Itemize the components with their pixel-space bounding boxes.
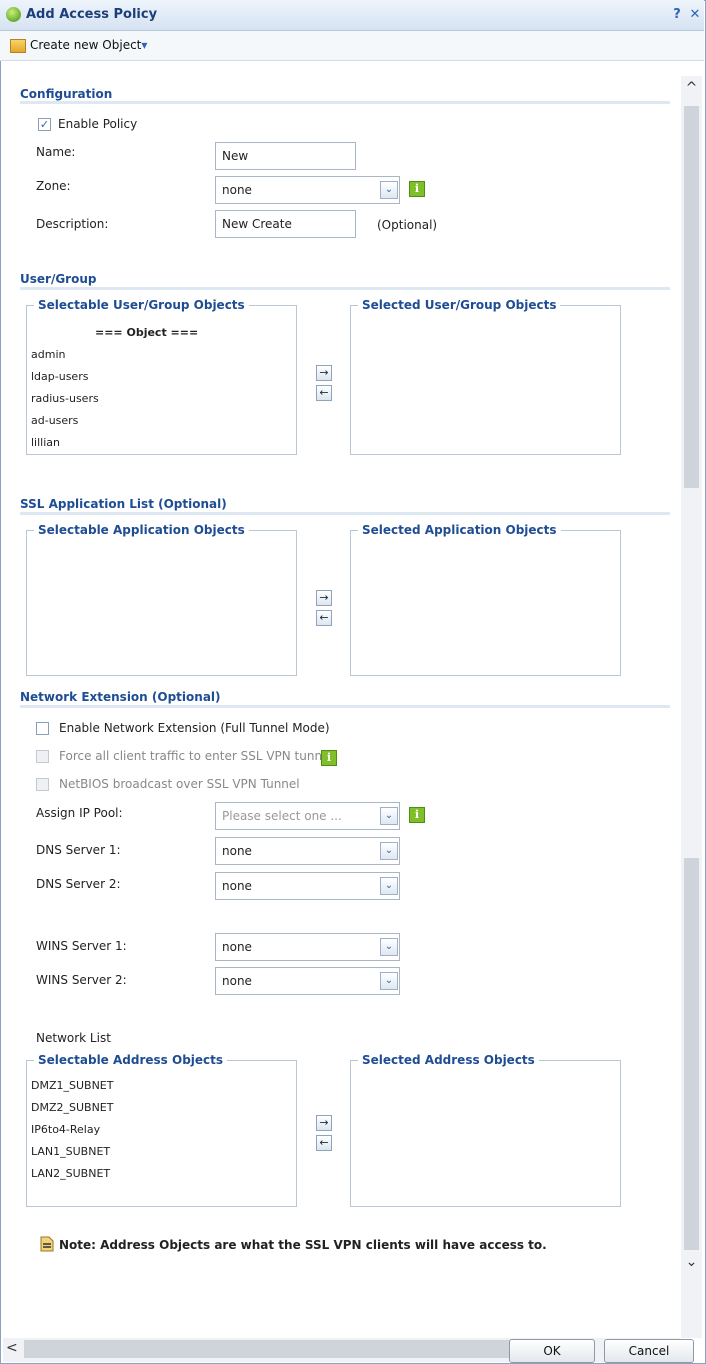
- force-traffic-checkbox[interactable]: [36, 750, 49, 763]
- force-traffic-info-icon[interactable]: i: [321, 750, 337, 766]
- list-item[interactable]: admin: [31, 348, 65, 361]
- list-item[interactable]: radius-users: [31, 392, 99, 405]
- description-input[interactable]: New Create: [215, 210, 356, 238]
- enable-policy-checkbox[interactable]: ✓: [38, 118, 51, 131]
- dns-server-1-value: none: [222, 844, 252, 858]
- selected-application-legend: Selected Application Objects: [358, 523, 561, 537]
- ok-button[interactable]: OK: [509, 1339, 595, 1363]
- scroll-down-icon[interactable]: ⌄: [684, 1254, 699, 1270]
- dns-server-1-dropdown-icon[interactable]: ⌄: [380, 842, 398, 860]
- wins-server-1-label: WINS Server 1:: [36, 939, 127, 953]
- section-divider: [20, 512, 670, 515]
- network-extension-section-title: Network Extension (Optional): [20, 690, 221, 704]
- optional-label: (Optional): [377, 218, 438, 232]
- note-icon: [38, 1235, 56, 1253]
- selectable-application-legend: Selectable Application Objects: [34, 523, 249, 537]
- help-button[interactable]: ?: [670, 8, 684, 22]
- enable-network-extension-checkbox[interactable]: [36, 722, 49, 735]
- selectable-application-box[interactable]: [26, 530, 297, 676]
- zone-label: Zone:: [36, 179, 71, 193]
- list-item[interactable]: ad-users: [31, 414, 78, 427]
- zone-dropdown-icon[interactable]: ⌄: [380, 181, 398, 199]
- object-header: === Object ===: [95, 326, 199, 339]
- footer-bar: [1, 1318, 705, 1363]
- network-list-label: Network List: [36, 1031, 111, 1045]
- scroll-up-icon[interactable]: ^: [684, 80, 699, 96]
- create-new-object-label: Create new Object: [30, 38, 142, 52]
- remove-address-button[interactable]: ←: [316, 1135, 332, 1151]
- enable-network-extension-label: Enable Network Extension (Full Tunnel Mo…: [59, 721, 330, 735]
- list-item[interactable]: LAN1_SUBNET: [31, 1145, 110, 1158]
- vertical-scroll-thumb-bottom[interactable]: [684, 858, 699, 1250]
- list-item[interactable]: DMZ2_SUBNET: [31, 1101, 113, 1114]
- object-icon: [10, 39, 26, 53]
- list-item[interactable]: LAN2_SUBNET: [31, 1167, 110, 1180]
- selected-address-legend: Selected Address Objects: [358, 1053, 539, 1067]
- section-divider: [20, 705, 670, 708]
- dns-server-2-value: none: [222, 879, 252, 893]
- list-item[interactable]: IP6to4-Relay: [31, 1123, 100, 1136]
- wins-server-1-value: none: [222, 940, 252, 954]
- caret-down-icon: ▾: [141, 38, 148, 52]
- selectable-user-group-legend: Selectable User/Group Objects: [34, 298, 249, 312]
- vertical-scroll-thumb-top[interactable]: [684, 106, 699, 488]
- assign-ip-pool-dropdown-icon[interactable]: ⌄: [380, 807, 398, 825]
- note-text: Note: Address Objects are what the SSL V…: [59, 1238, 547, 1252]
- wins-server-2-value: none: [222, 974, 252, 988]
- wins-server-1-dropdown-icon[interactable]: ⌄: [380, 938, 398, 956]
- dns-server-1-select[interactable]: none: [215, 837, 400, 865]
- remove-application-button[interactable]: ←: [316, 610, 332, 626]
- create-new-object-menu[interactable]: Create new Object▾: [30, 38, 147, 52]
- selected-application-box[interactable]: [350, 530, 621, 676]
- selected-user-group-box[interactable]: [350, 305, 621, 455]
- description-label: Description:: [36, 217, 109, 231]
- enable-policy-label: Enable Policy: [58, 117, 138, 131]
- netbios-checkbox[interactable]: [36, 778, 49, 791]
- user-group-section-title: User/Group: [20, 272, 97, 286]
- zone-select[interactable]: none: [215, 176, 400, 204]
- name-input[interactable]: New: [215, 142, 356, 170]
- wins-server-2-label: WINS Server 2:: [36, 973, 127, 987]
- configuration-section-title: Configuration: [20, 87, 113, 101]
- ssl-app-section-title: SSL Application List (Optional): [20, 497, 227, 511]
- policy-icon: [6, 7, 21, 22]
- section-divider: [20, 101, 670, 104]
- zone-select-value: none: [222, 183, 252, 197]
- dns-server-2-select[interactable]: none: [215, 872, 400, 900]
- assign-ip-pool-label: Assign IP Pool:: [36, 806, 123, 820]
- selectable-address-legend: Selectable Address Objects: [34, 1053, 228, 1067]
- window-title: Add Access Policy: [26, 7, 158, 22]
- list-item[interactable]: DMZ1_SUBNET: [31, 1079, 113, 1092]
- dns-server-1-label: DNS Server 1:: [36, 843, 121, 857]
- wins-server-2-dropdown-icon[interactable]: ⌄: [380, 972, 398, 990]
- force-traffic-label: Force all client traffic to enter SSL VP…: [59, 749, 333, 763]
- assign-ip-pool-placeholder: Please select one ...: [222, 809, 342, 823]
- remove-user-group-button[interactable]: ←: [316, 385, 332, 401]
- netbios-label: NetBIOS broadcast over SSL VPN Tunnel: [59, 777, 300, 791]
- zone-info-icon[interactable]: i: [409, 181, 425, 197]
- add-application-button[interactable]: →: [316, 590, 332, 606]
- dns-server-2-label: DNS Server 2:: [36, 877, 121, 891]
- assign-ip-pool-info-icon[interactable]: i: [409, 807, 425, 823]
- close-button[interactable]: ✕: [688, 8, 702, 22]
- cancel-button[interactable]: Cancel: [604, 1339, 694, 1363]
- selected-user-group-legend: Selected User/Group Objects: [358, 298, 561, 312]
- name-label: Name:: [36, 145, 76, 159]
- wins-server-2-select[interactable]: none: [215, 967, 400, 995]
- list-item[interactable]: ldap-users: [31, 370, 88, 383]
- assign-ip-pool-select[interactable]: Please select one ...: [215, 802, 400, 830]
- wins-server-1-select[interactable]: none: [215, 933, 400, 961]
- dns-server-2-dropdown-icon[interactable]: ⌄: [380, 877, 398, 895]
- add-user-group-button[interactable]: →: [316, 365, 332, 381]
- section-divider: [20, 287, 670, 290]
- selected-address-box[interactable]: [350, 1060, 621, 1207]
- add-address-button[interactable]: →: [316, 1115, 332, 1131]
- list-item[interactable]: lillian: [31, 436, 60, 449]
